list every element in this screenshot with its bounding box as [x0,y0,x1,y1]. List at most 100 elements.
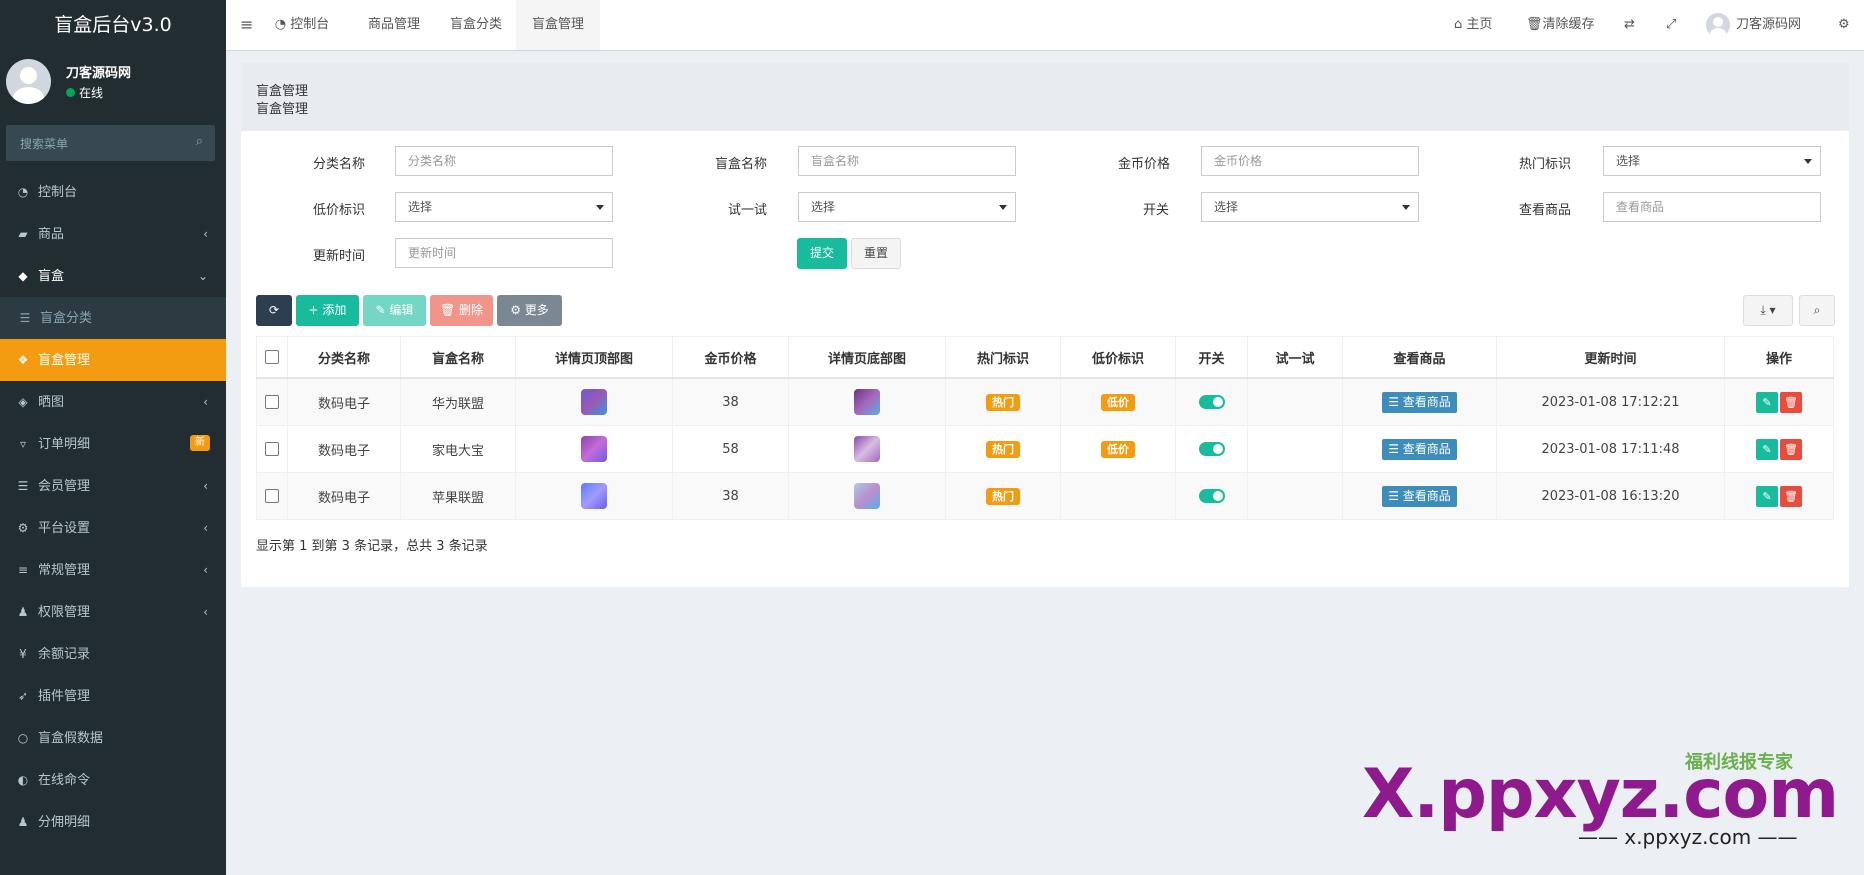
row-delete-button[interactable]: 🗑 [1780,485,1802,507]
row-select-cell[interactable] [256,377,288,426]
th-box-name[interactable]: 盲盒名称 [400,336,516,379]
sidebar-item-12[interactable]: ➶ 插件管理 [0,675,226,717]
app-logo[interactable]: 盲盒后台v3.0 [0,0,226,50]
sidebar-item-11[interactable]: ¥ 余额记录 [0,633,226,675]
row-edit-button[interactable]: ✎ [1756,438,1778,460]
tab-box-manage[interactable]: 盲盒管理 [516,0,600,50]
th-view-goods[interactable]: 查看商品 [1342,336,1497,379]
view-goods-button[interactable]: ☰ 查看商品 [1382,485,1457,507]
price-input[interactable]: 金币价格 [1201,146,1419,176]
sidebar-item-label: 订单明细 [38,437,91,452]
time-input[interactable]: 更新时间 [395,238,613,268]
th-low[interactable]: 低价标识 [1060,336,1176,379]
switch-toggle[interactable] [1198,489,1225,503]
sidebar-item-1[interactable]: ▰ 商品 ‹ [0,213,226,255]
low-select[interactable]: 选择 [395,192,613,222]
th-operate[interactable]: 操作 [1724,336,1834,379]
tab-dashboard[interactable]: ◔ 控制台 [252,0,352,50]
tab-box-category[interactable]: 盲盒分类 [436,0,516,50]
fullscreen-icon[interactable]: ⤢ [1666,0,1676,50]
more-button[interactable]: ⚙ 更多 [497,295,562,326]
pencil-icon: ✎ [375,303,390,317]
bottom-image-thumbnail[interactable] [854,436,880,462]
cell-box-name: 苹果联盟 [400,472,516,520]
sidebar-item-6[interactable]: ▿ 订单明细 新 [0,423,226,465]
th-switch[interactable]: 开关 [1175,336,1248,379]
sidebar-item-15[interactable]: ♟ 分佣明细 [0,801,226,843]
row-checkbox[interactable] [265,395,279,409]
dashboard-icon: ◔ [274,17,291,32]
table-row[interactable]: 数码电子 家电大宝 58 热门 低价 ☰ 查看商品 2023-01-08 17:11:48 ✎… [256,425,1834,473]
th-hot[interactable]: 热门标识 [945,336,1061,379]
add-button[interactable]: + 添加 [296,295,359,326]
cell-low [1060,472,1176,520]
select-all-cell[interactable] [256,336,288,379]
top-image-thumbnail[interactable] [581,483,607,509]
cell-hot: 热门 [945,425,1061,473]
th-bottom-image[interactable]: 详情页底部图 [788,336,946,379]
table-row[interactable]: 数码电子 华为联盟 38 热门 低价 ☰ 查看商品 2023-01-08 17:12:21 ✎… [256,377,1834,426]
delete-button[interactable]: 🗑 删除 [430,295,493,326]
view-goods-button[interactable]: ☰ 查看商品 [1382,438,1457,460]
top-image-thumbnail[interactable] [581,389,607,415]
submit-button[interactable]: 提交 [797,238,847,269]
new-badge: 新 [190,435,210,451]
row-checkbox[interactable] [265,489,279,503]
th-top-image[interactable]: 详情页顶部图 [515,336,673,379]
try-select[interactable]: 选择 [798,192,1016,222]
switch-toggle[interactable] [1198,442,1225,456]
th-try[interactable]: 试一试 [1247,336,1343,379]
search-toggle-button[interactable]: ⌕ [1799,295,1835,326]
box-name-input[interactable]: 盲盒名称 [798,146,1016,176]
th-category[interactable]: 分类名称 [287,336,401,379]
row-checkbox[interactable] [265,442,279,456]
sidebar-item-10[interactable]: ♟ 权限管理 ‹ [0,591,226,633]
cell-switch [1175,377,1248,426]
translate-icon[interactable]: ⇄ [1624,0,1635,50]
switch-select[interactable]: 选择 [1201,192,1419,222]
user-menu[interactable]: 刀客源码网 [1706,0,1801,50]
bottom-image-thumbnail[interactable] [854,389,880,415]
export-button[interactable]: ⤓ ▾ [1743,295,1793,326]
sidebar-item-3[interactable]: ☰ 盲盒分类 [0,297,226,339]
sidebar-item-14[interactable]: ◐ 在线命令 [0,759,226,801]
row-select-cell[interactable] [256,472,288,520]
sidebar-item-0[interactable]: ◔ 控制台 [0,171,226,213]
view-goods-button[interactable]: ☰ 查看商品 [1382,391,1457,413]
sidebar-item-8[interactable]: ⚙ 平台设置 ‹ [0,507,226,549]
select-all-checkbox[interactable] [265,350,279,364]
switch-toggle[interactable] [1198,395,1225,409]
sidebar-item-2[interactable]: ◆ 盲盒 ⌄ [0,255,226,297]
view-goods-label: 查看商品 [1402,488,1451,503]
table-row[interactable]: 数码电子 苹果联盟 38 热门 ☰ 查看商品 2023-01-08 16:13:20 ✎ 🗑 [256,472,1834,520]
row-select-cell[interactable] [256,425,288,473]
cell-operate: ✎ 🗑 [1724,377,1834,426]
sidebar-item-9[interactable]: ≡ 常规管理 ‹ [0,549,226,591]
tab-goods[interactable]: 商品管理 [354,0,434,50]
edit-button[interactable]: ✎ 编辑 [363,295,426,326]
bottom-image-thumbnail[interactable] [854,483,880,509]
gears-icon[interactable]: ⚙ [1838,0,1850,50]
sidebar-item-7[interactable]: ☰ 会员管理 ‹ [0,465,226,507]
th-update-time[interactable]: 更新时间 [1496,336,1725,379]
refresh-button[interactable]: ⟳ [256,295,292,326]
sidebar-item-4[interactable]: ❖ 盲盒管理 [0,339,226,381]
tab-goods-label: 商品管理 [367,17,420,32]
row-delete-button[interactable]: 🗑 [1780,391,1802,413]
hot-select-value: 选择 [1616,154,1641,168]
reset-button[interactable]: 重置 [851,238,901,269]
sidebar-item-13[interactable]: ○ 盲盒假数据 [0,717,226,759]
goods-input[interactable]: 查看商品 [1603,192,1821,222]
row-edit-button[interactable]: ✎ [1756,485,1778,507]
top-image-thumbnail[interactable] [581,436,607,462]
home-link[interactable]: ⌂ 主页 [1454,0,1492,50]
th-price[interactable]: 金币价格 [672,336,789,379]
row-delete-button[interactable]: 🗑 [1780,438,1802,460]
category-input[interactable]: 分类名称 [395,146,613,176]
menu-search-input[interactable]: 搜索菜单 ⌕ [6,125,215,161]
hot-select[interactable]: 选择 [1603,146,1821,176]
search-icon[interactable]: ⌕ [196,134,203,149]
clear-cache-link[interactable]: 🗑清除缓存 [1526,0,1595,50]
sidebar-item-5[interactable]: ◈ 晒图 ‹ [0,381,226,423]
row-edit-button[interactable]: ✎ [1756,391,1778,413]
